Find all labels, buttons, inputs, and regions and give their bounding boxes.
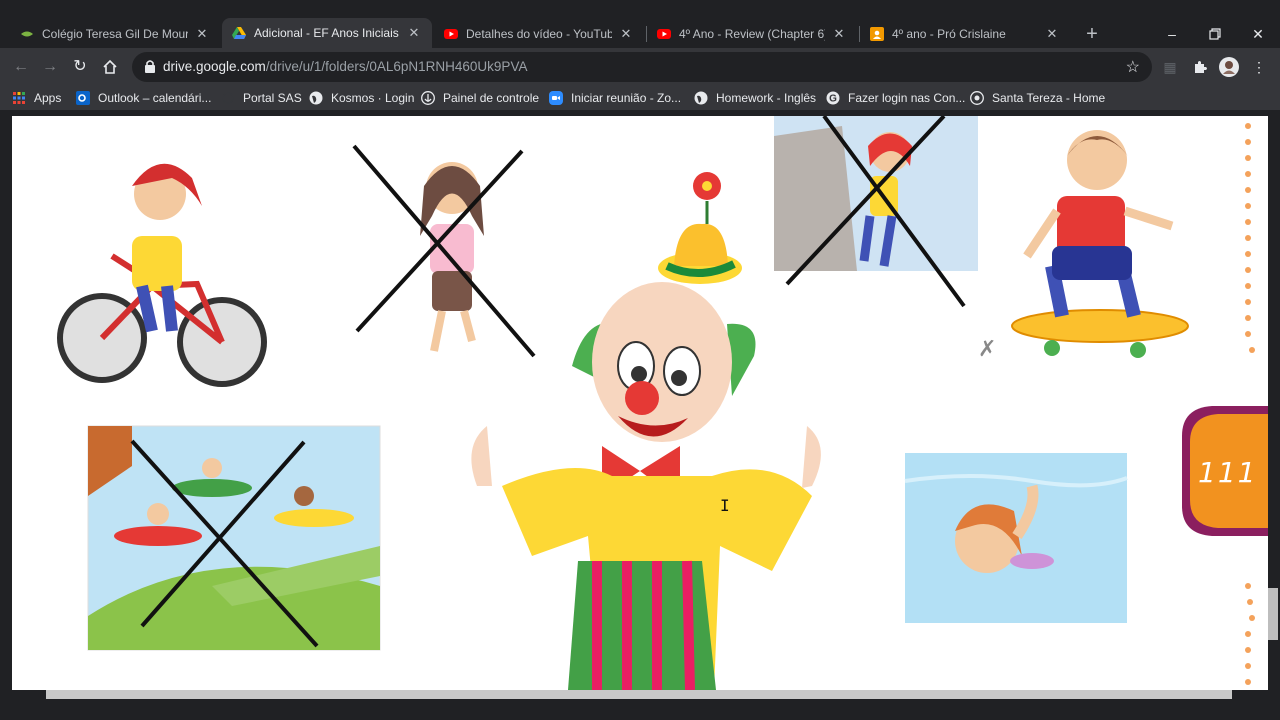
back-icon[interactable]: ← (10, 56, 32, 78)
bookmark-google-login[interactable]: G Fazer login nas Con... (826, 90, 965, 106)
margin-dots (1245, 123, 1255, 685)
tab-title: 4º ano - Pró Crislaine (892, 27, 1006, 41)
svg-text:✗: ✗ (978, 337, 996, 362)
portal-sas-icon (221, 91, 235, 105)
bookmark-apps[interactable]: Apps (12, 90, 61, 106)
new-tab-button[interactable]: + (1082, 22, 1102, 46)
close-icon[interactable]: ✕ (194, 26, 210, 42)
bookmark-label: Kosmos · Login (331, 91, 415, 105)
bookmark-label: Portal SAS (243, 91, 302, 105)
url-domain: drive.google.com (163, 59, 266, 74)
bookmark-santa-tereza[interactable]: Santa Tereza - Home (970, 90, 1105, 106)
globe-icon (694, 91, 708, 105)
text-cursor-icon: I (720, 496, 730, 515)
bookmark-label: Santa Tereza - Home (992, 91, 1106, 105)
home-icon[interactable] (99, 56, 121, 78)
google-drive-icon (232, 26, 246, 40)
svg-text:G: G (829, 94, 837, 105)
close-icon[interactable]: ✕ (1044, 26, 1060, 42)
bookmark-kosmos[interactable]: Kosmos · Login (309, 90, 414, 106)
youtube-icon (657, 27, 671, 41)
avatar[interactable] (1219, 57, 1239, 77)
tab-title: Adicional - EF Anos Iniciais - 5° (254, 26, 400, 40)
bookmark-homework[interactable]: Homework - Inglês (694, 90, 816, 106)
tab-strip: Colégio Teresa Gil De Moura ✕ Adicional … (0, 0, 1280, 48)
page-number: 111 (1198, 456, 1258, 489)
tab-title: 4º Ano - Review (Chapter 6) - Y (679, 27, 825, 41)
bookmark-label: Fazer login nas Con... (848, 91, 966, 105)
boy-riding-bicycle (57, 163, 267, 387)
google-icon: G (826, 91, 840, 105)
leaf-icon (20, 27, 34, 41)
close-icon[interactable]: ✕ (406, 25, 422, 41)
tab-youtube-detalhes[interactable]: Detalhes do vídeo - YouTube S ✕ (434, 20, 644, 48)
bookmark-painel[interactable]: Painel de controle (421, 90, 539, 106)
lock-icon (144, 59, 158, 75)
girl-climbing-wall (774, 116, 978, 308)
tab-drive[interactable]: Adicional - EF Anos Iniciais - 5° ✕ (222, 18, 432, 48)
santa-tereza-icon (970, 91, 984, 105)
close-icon[interactable]: ✕ (618, 26, 634, 42)
bookmarks-bar: Apps Outlook – calendári... Portal SAS K… (0, 86, 1280, 110)
url-text[interactable]: drive.google.com/drive/u/1/folders/0AL6p… (163, 59, 527, 74)
close-icon[interactable]: ✕ (831, 26, 847, 42)
puzzle-extensions-icon[interactable] (1190, 57, 1210, 77)
tab-classroom[interactable]: 4º ano - Pró Crislaine ✕ (860, 20, 1070, 48)
url-path: /drive/u/1/folders/0AL6pN1RNH460Uk9PVA (265, 59, 528, 74)
boy-skateboarding: ✗ (978, 130, 1189, 362)
bookmark-label: Homework - Inglês (716, 91, 817, 105)
children-kayaking (87, 425, 381, 651)
anchor-icon (421, 91, 435, 105)
worksheet-page: ✗ 111 I (12, 116, 1268, 690)
hat-with-flower (658, 172, 742, 284)
menu-kebab-icon[interactable]: ⋮ (1249, 57, 1269, 77)
bookmark-zoom[interactable]: Iniciar reunião - Zo... (549, 90, 681, 106)
document-viewport: ✗ 111 I (0, 110, 1280, 720)
bookmark-label: Apps (34, 91, 62, 105)
bookmark-label: Outlook – calendári... (98, 91, 212, 105)
close-window-icon[interactable]: ✕ (1246, 22, 1270, 46)
outlook-icon (76, 91, 90, 105)
vertical-scrollbar[interactable] (1268, 588, 1278, 640)
bookmark-star-icon[interactable]: ☆ (1126, 57, 1140, 77)
classroom-icon (870, 27, 884, 41)
tab-title: Detalhes do vídeo - YouTube S (466, 27, 612, 41)
horizontal-scrollbar[interactable] (46, 690, 1232, 699)
bookmark-outlook[interactable]: Outlook – calendári... (76, 90, 211, 106)
girl-walking (352, 144, 536, 358)
forward-icon[interactable]: → (39, 56, 61, 78)
youtube-icon (444, 27, 458, 41)
tab-colegio[interactable]: Colégio Teresa Gil De Moura ✕ (10, 20, 220, 48)
girl-swimming (904, 453, 1128, 623)
bookmark-label: Iniciar reunião - Zo... (571, 91, 682, 105)
browser-toolbar: ← → ↻ drive.google.com/drive/u/1/folders… (0, 48, 1280, 86)
zoom-icon (549, 91, 563, 105)
restore-icon[interactable] (1203, 22, 1227, 46)
bookmark-label: Painel de controle (443, 91, 540, 105)
globe-icon (309, 91, 323, 105)
minimize-icon[interactable]: – (1160, 22, 1184, 46)
worksheet-illustrations: ✗ (57, 116, 1255, 690)
tab-title: Colégio Teresa Gil De Moura (42, 27, 188, 41)
apps-grid-icon (12, 91, 26, 105)
bookmark-portal-sas[interactable]: Portal SAS (221, 90, 302, 106)
reload-icon[interactable]: ↻ (69, 56, 91, 78)
address-bar[interactable]: drive.google.com/drive/u/1/folders/0AL6p… (132, 52, 1152, 82)
tab-youtube-review[interactable]: 4º Ano - Review (Chapter 6) - Y ✕ (647, 20, 857, 48)
extension-grid-icon[interactable]: ▦ (1160, 57, 1180, 77)
